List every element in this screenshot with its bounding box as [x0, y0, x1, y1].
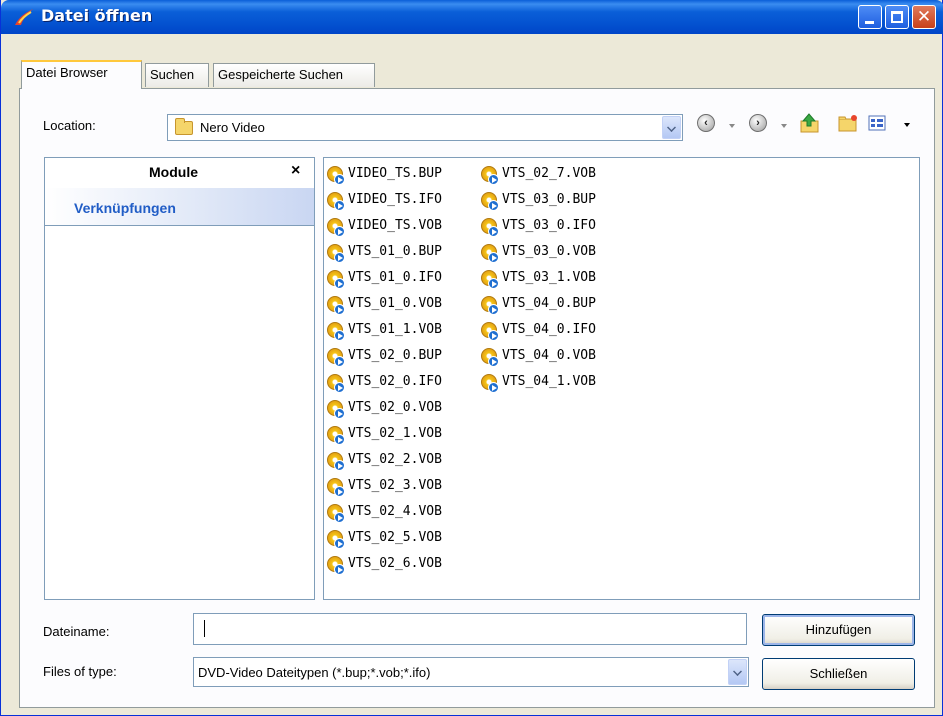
file-name: VTS_02_1.VOB: [348, 426, 442, 441]
chevron-down-icon: [667, 123, 676, 132]
file-name: VTS_04_0.VOB: [502, 348, 596, 363]
file-name: VTS_01_0.IFO: [348, 270, 442, 285]
location-combo[interactable]: Nero Video: [167, 114, 683, 141]
play-badge-icon: [334, 460, 345, 471]
file-name: VTS_02_7.VOB: [502, 166, 596, 181]
play-badge-icon: [488, 330, 499, 341]
file-open-dialog: Datei öffnen ✕ Datei Browser Suchen Gesp…: [0, 0, 943, 716]
text-caret: [204, 620, 205, 637]
file-name: VTS_03_0.IFO: [502, 218, 596, 233]
title-bar[interactable]: Datei öffnen ✕: [1, 0, 943, 34]
filetype-label: Files of type:: [43, 664, 117, 679]
filetype-combo[interactable]: DVD-Video Dateitypen (*.bup;*.vob;*.ifo): [193, 657, 749, 687]
play-badge-icon: [488, 304, 499, 315]
modules-pane: Module × Verknüpfungen: [44, 157, 315, 600]
file-name: VTS_03_1.VOB: [502, 270, 596, 285]
maximize-icon: [891, 11, 903, 23]
play-badge-icon: [334, 486, 345, 497]
file-name: VTS_02_2.VOB: [348, 452, 442, 467]
file-name: VTS_02_5.VOB: [348, 530, 442, 545]
close-icon: ✕: [916, 7, 932, 27]
file-name: VTS_03_0.VOB: [502, 244, 596, 259]
play-badge-icon: [488, 252, 499, 263]
shortcuts-label: Verknüpfungen: [74, 200, 176, 216]
play-badge-icon: [334, 408, 345, 419]
play-badge-icon: [488, 278, 499, 289]
view-menu-icon[interactable]: [867, 112, 889, 134]
tab-suchen[interactable]: Suchen: [145, 63, 209, 87]
back-icon: ‹: [697, 114, 715, 132]
folder-icon: [175, 118, 193, 135]
play-badge-icon: [488, 226, 499, 237]
play-badge-icon: [334, 252, 345, 263]
play-badge-icon: [334, 304, 345, 315]
chevron-down-icon: [733, 667, 742, 676]
file-name: VTS_02_0.VOB: [348, 400, 442, 415]
view-menu-dropdown[interactable]: [904, 123, 910, 127]
new-folder-icon[interactable]: [837, 112, 859, 134]
file-name: VTS_02_6.VOB: [348, 556, 442, 571]
location-value: Nero Video: [200, 120, 265, 135]
file-name: VTS_01_0.VOB: [348, 296, 442, 311]
maximize-button[interactable]: [885, 5, 909, 29]
minimize-button[interactable]: [858, 5, 882, 29]
location-dropdown-button[interactable]: [662, 116, 681, 139]
modules-title: Module: [149, 164, 198, 180]
file-name: VTS_02_3.VOB: [348, 478, 442, 493]
file-list[interactable]: VIDEO_TS.BUP VIDEO_TS.IFO VIDEO_TS.VOB VTS_…: [323, 157, 920, 600]
file-name: VTS_01_0.BUP: [348, 244, 442, 259]
window-title: Datei öffnen: [41, 6, 153, 25]
play-badge-icon: [334, 200, 345, 211]
file-name: VTS_04_1.VOB: [502, 374, 596, 389]
file-name: VIDEO_TS.IFO: [348, 192, 442, 207]
play-badge-icon: [334, 564, 345, 575]
filetype-dropdown-button[interactable]: [728, 659, 747, 685]
play-badge-icon: [334, 278, 345, 289]
file-name: VTS_03_0.BUP: [502, 192, 596, 207]
minimize-icon: [865, 21, 874, 24]
file-name: VTS_02_4.VOB: [348, 504, 442, 519]
tab-gespeicherte-suchen[interactable]: Gespeicherte Suchen: [213, 63, 375, 87]
play-badge-icon: [488, 382, 499, 393]
play-badge-icon: [334, 538, 345, 549]
play-badge-icon: [334, 382, 345, 393]
filetype-value: DVD-Video Dateitypen (*.bup;*.vob;*.ifo): [198, 665, 431, 680]
up-folder-icon[interactable]: [799, 112, 821, 134]
play-badge-icon: [334, 226, 345, 237]
play-badge-icon: [488, 174, 499, 185]
nero-app-icon: [15, 9, 33, 25]
shortcuts-section[interactable]: Verknüpfungen: [45, 188, 314, 226]
file-name: VIDEO_TS.VOB: [348, 218, 442, 233]
play-badge-icon: [334, 512, 345, 523]
forward-history-dropdown[interactable]: [781, 124, 787, 128]
filename-label: Dateiname:: [43, 624, 110, 639]
close-window-button[interactable]: ✕: [912, 5, 936, 29]
file-name: VTS_04_0.BUP: [502, 296, 596, 311]
modules-header: Module ×: [45, 158, 314, 188]
play-badge-icon: [334, 174, 345, 185]
forward-button[interactable]: ›: [749, 112, 771, 134]
modules-close-icon[interactable]: ×: [291, 162, 300, 180]
location-label: Location:: [43, 118, 96, 133]
forward-icon: ›: [749, 114, 767, 132]
back-button[interactable]: ‹: [697, 112, 719, 134]
tab-datei-browser[interactable]: Datei Browser: [21, 60, 142, 89]
play-badge-icon: [488, 200, 499, 211]
file-name: VTS_02_0.BUP: [348, 348, 442, 363]
file-name: VIDEO_TS.BUP: [348, 166, 442, 181]
add-button[interactable]: Hinzufügen: [762, 614, 915, 646]
close-button[interactable]: Schließen: [762, 658, 915, 690]
back-history-dropdown[interactable]: [729, 124, 735, 128]
play-badge-icon: [488, 356, 499, 367]
play-badge-icon: [334, 356, 345, 367]
file-name: VTS_02_0.IFO: [348, 374, 442, 389]
play-badge-icon: [334, 330, 345, 341]
play-badge-icon: [334, 434, 345, 445]
filename-input[interactable]: [193, 613, 747, 645]
file-name: VTS_04_0.IFO: [502, 322, 596, 337]
file-name: VTS_01_1.VOB: [348, 322, 442, 337]
